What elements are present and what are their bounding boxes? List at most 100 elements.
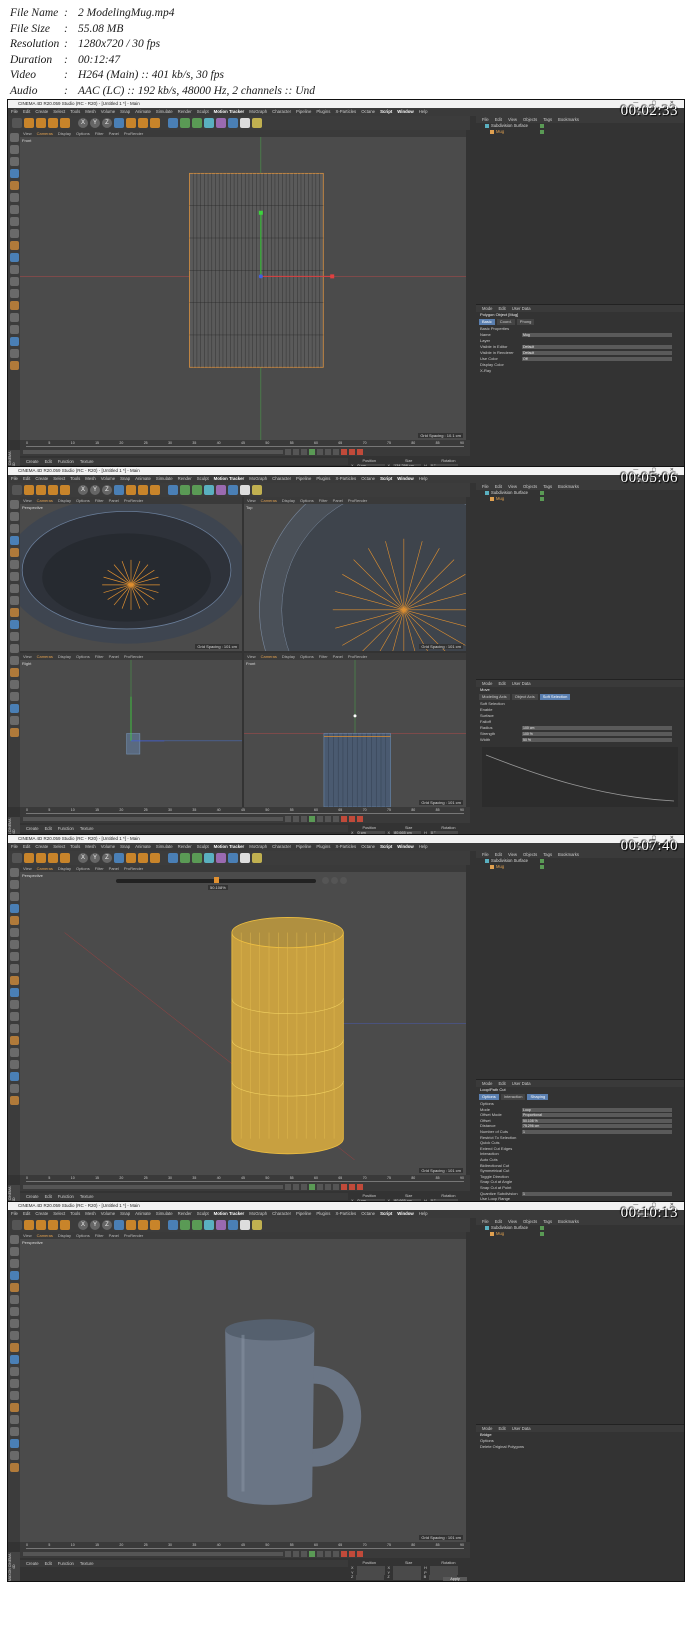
menu-item-function[interactable]: Function [58, 1560, 74, 1567]
deformer-icon[interactable] [216, 853, 226, 863]
menu-item-motion-tracker[interactable]: Motion Tracker [214, 1210, 245, 1218]
menu-item-help[interactable]: Help [419, 1210, 428, 1218]
z-lock-icon[interactable]: Z [102, 485, 112, 495]
prev-key-button[interactable] [293, 449, 299, 455]
first-frame-button[interactable] [285, 816, 291, 822]
prev-frame-button[interactable] [301, 1551, 307, 1557]
menu-item-file[interactable]: File [11, 475, 18, 483]
attribute-row[interactable]: Delete Original Polygons [476, 1444, 684, 1450]
menu-item-filter[interactable]: Filter [319, 497, 328, 504]
next-frame-button[interactable] [317, 1184, 323, 1190]
loopcut-slider[interactable]: 50.108% [116, 877, 347, 890]
deformer-icon[interactable] [216, 485, 226, 495]
undo-icon[interactable] [12, 1220, 22, 1230]
x-lock-icon[interactable]: X [78, 853, 88, 863]
menu-item-mesh[interactable]: Mesh [85, 108, 96, 116]
menu-item-select[interactable]: Select [53, 843, 65, 851]
camera-icon[interactable] [240, 118, 250, 128]
play-button[interactable] [309, 449, 315, 455]
menu-item-create[interactable]: Create [26, 825, 39, 832]
attribute-value[interactable]: 1 [522, 1129, 672, 1134]
menu-item-tags[interactable]: Tags [543, 1218, 552, 1225]
subdivision-icon[interactable] [192, 485, 202, 495]
axis-icon[interactable] [10, 560, 19, 569]
menu-item-cameras[interactable]: Cameras [37, 497, 53, 504]
menu-item-edit[interactable]: Edit [45, 458, 52, 465]
menu-item-help[interactable]: Help [419, 843, 428, 851]
first-frame-button[interactable] [285, 1551, 291, 1557]
visibility-check-icon[interactable] [540, 865, 544, 869]
menu-item-cameras[interactable]: Cameras [37, 1232, 53, 1239]
deformer-icon[interactable] [216, 118, 226, 128]
world-icon[interactable] [114, 118, 124, 128]
grid-icon[interactable] [10, 1379, 19, 1388]
weight-icon[interactable] [10, 1427, 19, 1436]
keyframe-button[interactable] [357, 449, 363, 455]
record-button[interactable] [341, 1551, 347, 1557]
menu-item-render[interactable]: Render [178, 843, 192, 851]
axis-icon[interactable] [10, 193, 19, 202]
undo-icon[interactable] [12, 485, 22, 495]
menu-item-mesh[interactable]: Mesh [85, 843, 96, 851]
menu-item-create[interactable]: Create [35, 843, 48, 851]
render-settings-icon[interactable] [150, 118, 160, 128]
next-key-button[interactable] [325, 1551, 331, 1557]
next-key-button[interactable] [325, 1184, 331, 1190]
render-settings-icon[interactable] [150, 853, 160, 863]
menu-item-pipeline[interactable]: Pipeline [296, 843, 311, 851]
uv-icon[interactable] [10, 680, 19, 689]
menu-item-script[interactable]: Script [380, 843, 392, 851]
attribute-value[interactable]: Proportional [522, 1113, 672, 1118]
uv-icon[interactable] [10, 313, 19, 322]
menu-item-panel[interactable]: Panel [109, 1232, 119, 1239]
world-icon[interactable] [114, 853, 124, 863]
scene-icon[interactable] [228, 485, 238, 495]
timeline-ruler[interactable]: 0 5 10 15 20 25 30 35 40 45 50 55 60 65 70 75 80 85 90 [26, 1543, 464, 1549]
menu-item-file[interactable]: File [482, 116, 489, 123]
menu-item-filter[interactable]: Filter [95, 130, 104, 137]
brush-icon[interactable] [10, 1343, 19, 1352]
polygons-mode-icon[interactable] [10, 524, 19, 533]
rotate-icon[interactable] [48, 1220, 58, 1230]
brush-icon[interactable] [10, 608, 19, 617]
menu-item-panel[interactable]: Panel [333, 653, 343, 660]
menu-item-animate[interactable]: Animate [135, 108, 151, 116]
solo-icon[interactable] [10, 1024, 19, 1033]
menu-item-edit[interactable]: Edit [498, 680, 505, 687]
timeline[interactable]: 0 5 10 15 20 25 30 35 40 45 50 55 60 65 70 75 80 85 90 [20, 807, 470, 823]
texture-icon[interactable] [10, 916, 19, 925]
live-select-icon[interactable] [60, 118, 70, 128]
sphere-icon[interactable] [10, 1451, 19, 1460]
autokey-button[interactable] [349, 1551, 355, 1557]
last-frame-button[interactable] [333, 816, 339, 822]
visibility-check-icon[interactable] [540, 1232, 544, 1236]
box-icon[interactable] [10, 704, 19, 713]
coord-mode-select[interactable]: Object (Rel) [351, 1580, 383, 1581]
menu-item-x-particles[interactable]: X-Particles [335, 475, 356, 483]
menu-item-mograph[interactable]: MoGraph [249, 843, 267, 851]
camera-icon[interactable] [240, 485, 250, 495]
menu-item-sculpt[interactable]: Sculpt [197, 475, 209, 483]
menu-item-tools[interactable]: Tools [70, 843, 80, 851]
attribute-row[interactable]: X-Ray [476, 368, 684, 374]
polygons-mode-icon[interactable] [10, 892, 19, 901]
tab-modeling-axis[interactable]: Modeling Axis [479, 694, 510, 700]
viewport-front[interactable]: View Cameras Display Options Filter Panel ProR… [244, 653, 466, 807]
workplane-icon[interactable] [10, 952, 19, 961]
viewport-canvas[interactable] [20, 660, 242, 807]
menu-item-bookmarks[interactable]: Bookmarks [558, 483, 579, 490]
box-icon[interactable] [10, 1072, 19, 1081]
menu-item-filter[interactable]: Filter [319, 653, 328, 660]
menu-item-character[interactable]: Character [272, 475, 291, 483]
record-button[interactable] [341, 449, 347, 455]
render-picture-icon[interactable] [138, 1220, 148, 1230]
menu-item-snap[interactable]: Snap [120, 475, 130, 483]
loopcut-slider-thumb[interactable] [214, 877, 219, 883]
texture-icon[interactable] [10, 548, 19, 557]
scene-icon[interactable] [228, 118, 238, 128]
rotate-icon[interactable] [48, 485, 58, 495]
menu-item-sculpt[interactable]: Sculpt [197, 843, 209, 851]
uv-icon[interactable] [10, 1415, 19, 1424]
lock-icon[interactable] [10, 1367, 19, 1376]
menu-item-plugins[interactable]: Plugins [316, 1210, 330, 1218]
